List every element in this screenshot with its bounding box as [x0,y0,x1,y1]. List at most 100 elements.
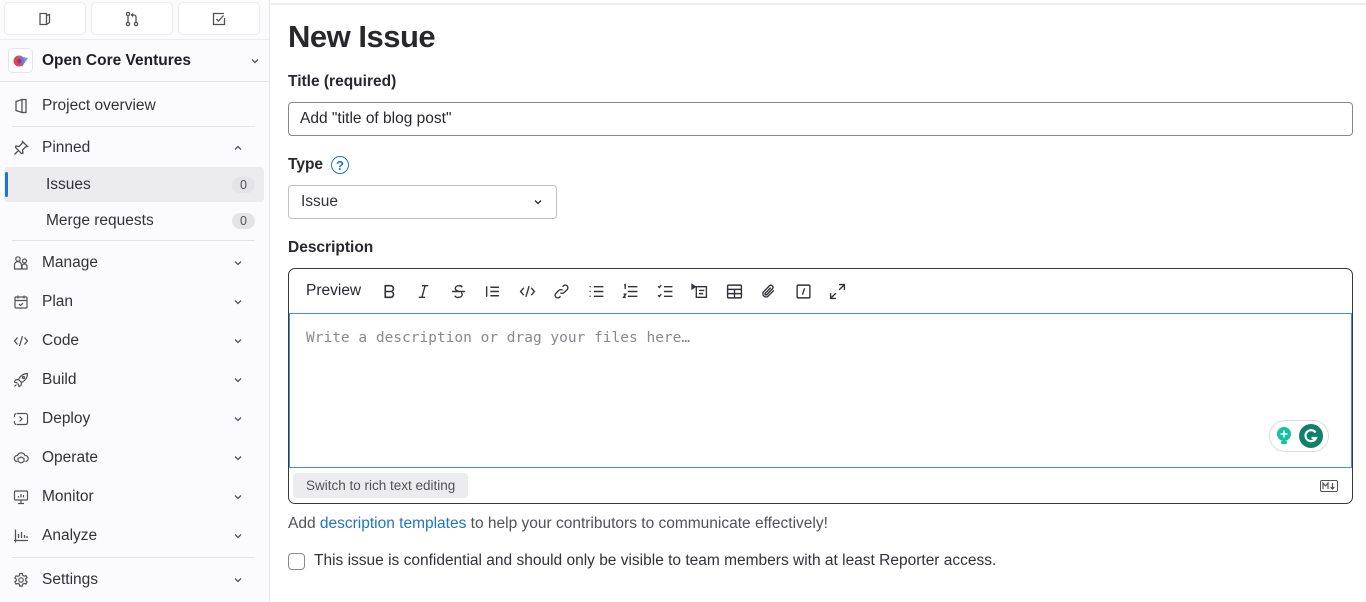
sidebar-item-merge-requests[interactable]: Merge requests 0 [4,203,264,238]
merge-requests-shortcut-button[interactable] [91,2,173,35]
description-templates-hint: Add description templates to help your c… [288,515,828,533]
chart-icon [12,527,29,544]
type-select[interactable]: Issue [288,185,557,219]
sidebar-item-label: Deploy [42,409,91,427]
help-icon[interactable]: ? [331,156,349,174]
sidebar-section-pinned[interactable]: Pinned [0,129,264,166]
sidebar-item-label: Monitor [42,487,94,505]
hint-text: Add [288,515,320,532]
sidebar-section-manage[interactable]: Manage [0,243,264,282]
description-textarea[interactable]: Write a description or drag your files h… [289,313,1352,468]
confidential-option: This issue is confidential and should on… [288,552,996,570]
type-label: Type [288,156,324,173]
maximize-icon [830,283,846,299]
grammarly-widget[interactable] [1269,420,1329,452]
description-placeholder: Write a description or drag your files h… [306,330,691,346]
sidebar-item-label: Analyze [42,526,98,544]
switch-rich-text-button[interactable]: Switch to rich text editing [293,472,469,498]
merge-request-icon [125,11,139,26]
sidebar-section-operate[interactable]: Operate [0,438,264,477]
title-input[interactable]: Add "title of blog post" [288,102,1353,136]
bullet-list-icon [589,285,604,297]
italic-button[interactable] [407,276,442,306]
sidebar-item-label: Operate [42,448,99,466]
chevron-down-icon [234,377,242,382]
collapsible-button[interactable] [683,276,718,306]
chevron-down-icon [234,455,242,460]
fullscreen-button[interactable] [821,276,856,306]
sidebar-section-settings[interactable]: Settings [0,560,264,600]
sidebar-item-label: Merge requests [46,211,154,229]
code-button[interactable] [510,276,545,306]
paperclip-icon [762,284,775,298]
quote-button[interactable] [476,276,511,306]
todo-icon [212,12,226,25]
numbered-list-button[interactable] [614,276,649,306]
table-icon [726,283,742,299]
deploy-icon [12,410,29,427]
divider [12,126,255,127]
description-templates-link[interactable]: description templates [320,515,466,532]
sidebar-item-label: Plan [42,292,74,310]
divider [12,240,255,241]
code-icon [519,285,536,297]
slash-commands-icon [796,283,811,299]
editor-toolbar: Preview [289,269,1352,313]
code-icon [12,332,29,349]
rocket-icon [12,371,29,388]
collapsible-icon [691,282,708,298]
sidebar-item-label: Code [42,331,80,349]
attach-file-button[interactable] [752,276,787,306]
table-button[interactable] [717,276,752,306]
sidebar-item-label: Build [42,370,77,388]
preview-tab[interactable]: Preview [306,282,361,300]
numbered-list-icon [622,282,638,298]
users-icon [12,254,29,271]
sidebar-section-deploy[interactable]: Deploy [0,399,264,438]
editor-footer: Switch to rich text editing [289,467,1352,503]
sidebar-section-code[interactable]: Code [0,321,264,360]
chevron-down-icon [234,260,242,265]
markdown-icon[interactable] [1320,480,1338,492]
sidebar-section-plan[interactable]: Plan [0,282,264,321]
chevron-down-icon [251,58,259,63]
confidential-label[interactable]: This issue is confidential and should on… [314,552,996,570]
task-list-button[interactable] [648,276,683,306]
task-list-icon [657,284,673,298]
issues-icon [39,12,51,25]
chevron-down-icon [234,533,242,538]
sidebar-item-issues[interactable]: Issues 0 [4,167,264,202]
chevron-down-icon [234,338,242,343]
todo-shortcut-button[interactable] [178,2,260,35]
link-button[interactable] [545,276,580,306]
strikethrough-button[interactable] [441,276,476,306]
bold-button[interactable] [372,276,407,306]
sidebar-top-buttons [0,0,269,40]
sidebar: Open Core Ventures Project overview Pinn… [0,0,270,602]
sidebar-item-label: Project overview [42,96,156,114]
sidebar-section-analyze[interactable]: Analyze [0,516,264,555]
markdown-editor: Preview Write a description or drag your… [288,268,1353,504]
gear-icon [12,572,29,589]
sidebar-section-monitor[interactable]: Monitor [0,477,264,516]
sidebar-item-label: Settings [42,571,99,588]
merge-requests-count-badge: 0 [232,212,255,229]
title-label: Title (required) [288,73,397,90]
project-avatar [8,48,33,73]
pin-icon [12,139,29,156]
bullet-list-button[interactable] [579,276,614,306]
lightbulb-icon [1277,427,1292,444]
bold-icon [384,284,395,298]
sidebar-item-project-overview[interactable]: Project overview [0,87,264,124]
issues-shortcut-button[interactable] [4,2,86,35]
italic-icon [419,284,429,298]
slash-commands-button[interactable] [786,276,821,306]
confidential-checkbox[interactable] [288,552,305,570]
project-context-switcher[interactable]: Open Core Ventures [0,40,269,82]
chevron-down-icon [234,299,242,304]
title-input-value: Add "title of blog post" [300,110,452,127]
chevron-up-icon [234,145,242,150]
project-name: Open Core Ventures [42,51,192,69]
sidebar-section-build[interactable]: Build [0,360,264,399]
chevron-down-icon [534,200,542,205]
